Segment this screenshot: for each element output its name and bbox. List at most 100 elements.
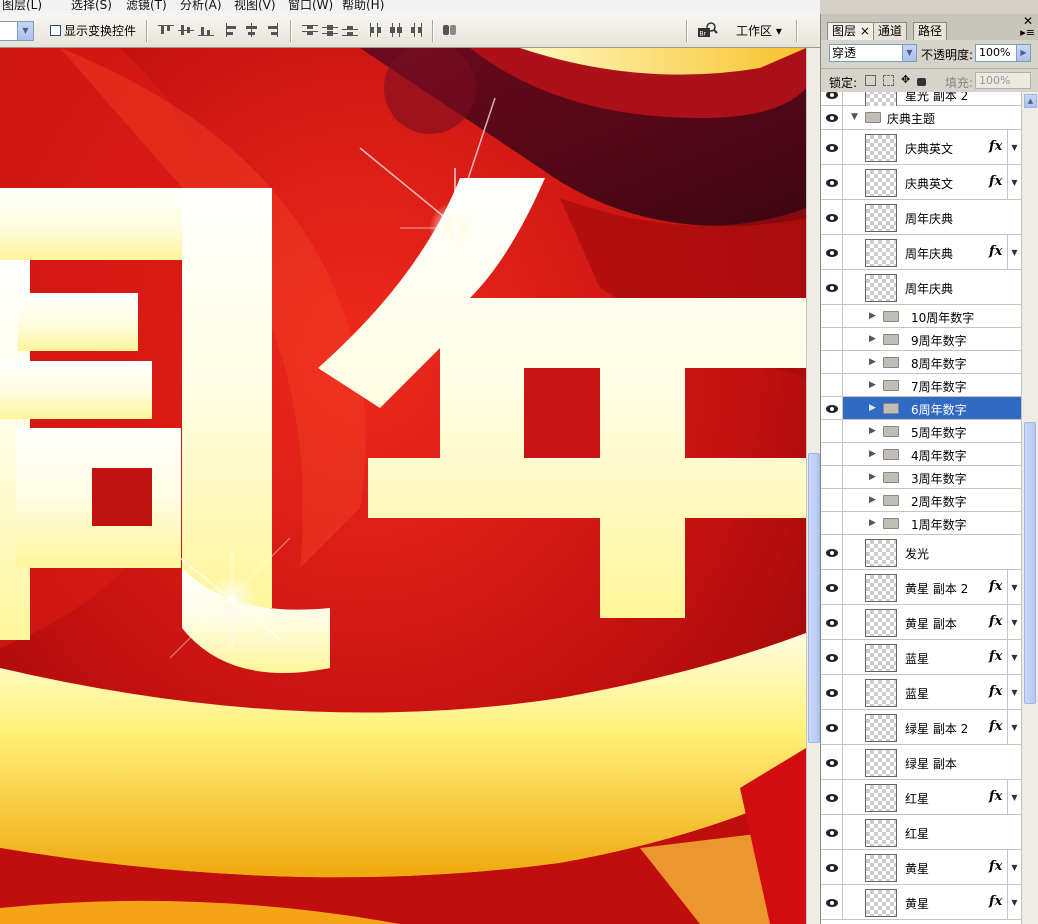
expand-right-icon[interactable]: ▶ [869, 357, 876, 367]
align-bottom-icon[interactable] [198, 23, 214, 37]
lock-pixels-icon[interactable] [883, 75, 894, 86]
effects-expand-icon[interactable]: ▼ [1007, 780, 1021, 815]
effects-expand-icon[interactable]: ▼ [1007, 570, 1021, 605]
distribute-right-icon[interactable] [408, 23, 424, 37]
expand-right-icon[interactable]: ▶ [869, 449, 876, 459]
checkbox[interactable] [50, 25, 61, 36]
workspace-button[interactable]: 工作区 ▾ [736, 22, 782, 39]
visibility-toggle[interactable] [821, 745, 843, 779]
layer-row[interactable]: 庆典英文 fx ▼ [821, 165, 1021, 200]
chevron-right-icon[interactable]: ▶ [1016, 45, 1030, 61]
layer-group-row[interactable]: ▶ 2周年数字 [821, 489, 1021, 512]
opacity-input[interactable]: 100% ▶ [975, 44, 1031, 62]
layer-row[interactable]: 黄星 副本 fx ▼ [821, 605, 1021, 640]
layer-row[interactable]: 周年庆典 fx ▼ [821, 235, 1021, 270]
visibility-toggle[interactable] [821, 710, 843, 744]
visibility-toggle[interactable] [821, 489, 843, 511]
layer-group-row[interactable]: ▶ 8周年数字 [821, 351, 1021, 374]
layer-effects-icon[interactable]: fx [989, 894, 1002, 909]
visibility-toggle[interactable] [821, 235, 843, 269]
effects-expand-icon[interactable]: ▼ [1007, 235, 1021, 270]
menu-filter[interactable]: 滤镜(T) [126, 0, 167, 13]
scrollbar-thumb[interactable] [808, 453, 820, 743]
layer-row[interactable]: 红星 fx ▼ [821, 780, 1021, 815]
visibility-toggle[interactable] [821, 374, 843, 396]
visibility-toggle[interactable] [821, 535, 843, 569]
auto-select-dropdown[interactable]: ▼ [0, 21, 34, 41]
layer-list-scrollbar[interactable]: ▲ [1021, 92, 1038, 924]
layer-effects-icon[interactable]: fx [989, 614, 1002, 629]
visibility-toggle[interactable] [821, 605, 843, 639]
blend-mode-select[interactable]: 穿透 ▼ [829, 44, 917, 62]
effects-expand-icon[interactable]: ▼ [1007, 130, 1021, 165]
visibility-toggle[interactable] [821, 270, 843, 304]
layer-effects-icon[interactable]: fx [989, 719, 1002, 734]
visibility-toggle[interactable] [821, 815, 843, 849]
visibility-toggle[interactable] [821, 512, 843, 534]
layer-group-row[interactable]: ▶ 9周年数字 [821, 328, 1021, 351]
visibility-toggle[interactable] [821, 106, 843, 129]
layer-row[interactable]: 蓝星 fx ▼ [821, 640, 1021, 675]
expand-right-icon[interactable]: ▶ [869, 334, 876, 344]
layer-effects-icon[interactable]: fx [989, 174, 1002, 189]
visibility-toggle[interactable] [821, 328, 843, 350]
auto-align-layers-icon[interactable] [442, 23, 458, 37]
layer-row[interactable]: 红星 [821, 815, 1021, 850]
menu-help[interactable]: 帮助(H) [342, 0, 384, 13]
layer-row[interactable]: 周年庆典 [821, 270, 1021, 305]
layer-effects-icon[interactable]: fx [989, 579, 1002, 594]
show-transform-controls[interactable]: 显示变换控件 [50, 22, 136, 39]
effects-expand-icon[interactable]: ▼ [1007, 675, 1021, 710]
tab-paths[interactable]: 路径 [913, 22, 948, 40]
layer-row[interactable]: 绿星 副本 [821, 745, 1021, 780]
lock-transparent-icon[interactable] [865, 75, 876, 86]
tab-channels[interactable]: 通道 [873, 22, 908, 40]
layer-group-row[interactable]: ▶ 5周年数字 [821, 420, 1021, 443]
distribute-left-icon[interactable] [368, 23, 384, 37]
align-vcenter-icon[interactable] [178, 23, 194, 37]
expand-right-icon[interactable]: ▶ [869, 495, 876, 505]
effects-expand-icon[interactable]: ▼ [1007, 605, 1021, 640]
distribute-hcenter-icon[interactable] [388, 23, 404, 37]
visibility-toggle[interactable] [821, 675, 843, 709]
layer-row[interactable]: 星光 副本 2 [821, 92, 1021, 109]
layer-group-row[interactable]: ▶ 1周年数字 [821, 512, 1021, 535]
menu-window[interactable]: 窗口(W) [288, 0, 333, 13]
expand-right-icon[interactable]: ▶ [869, 426, 876, 436]
visibility-toggle[interactable] [821, 885, 843, 919]
layer-group-row[interactable]: ▶ 7周年数字 [821, 374, 1021, 397]
fill-input[interactable]: 100% [975, 72, 1031, 89]
visibility-toggle[interactable] [821, 443, 843, 465]
layer-row[interactable]: 绿星 副本 2 fx ▼ [821, 710, 1021, 745]
scrollbar-thumb[interactable] [1024, 422, 1036, 704]
layer-row[interactable]: 黄星 副本 2 fx ▼ [821, 570, 1021, 605]
layer-group-row[interactable]: ▶ 6周年数字 [821, 397, 1021, 420]
visibility-toggle[interactable] [821, 200, 843, 234]
menu-layer[interactable]: 图层(L) [2, 0, 42, 13]
layer-effects-icon[interactable]: fx [989, 859, 1002, 874]
visibility-toggle[interactable] [821, 420, 843, 442]
layer-effects-icon[interactable]: fx [989, 789, 1002, 804]
expand-down-icon[interactable]: ▼ [851, 112, 858, 122]
scroll-up-icon[interactable]: ▲ [1024, 94, 1037, 108]
lock-all-icon[interactable] [917, 78, 926, 86]
expand-right-icon[interactable]: ▶ [869, 311, 876, 321]
effects-expand-icon[interactable]: ▼ [1007, 850, 1021, 885]
layer-effects-icon[interactable]: fx [989, 139, 1002, 154]
visibility-toggle[interactable] [821, 351, 843, 373]
layer-effects-icon[interactable]: fx [989, 684, 1002, 699]
layer-row[interactable]: 周年庆典 [821, 200, 1021, 235]
visibility-toggle[interactable] [821, 130, 843, 164]
expand-right-icon[interactable]: ▶ [869, 403, 876, 413]
layer-row[interactable]: 黄星 fx ▼ [821, 850, 1021, 885]
distribute-vcenter-icon[interactable] [322, 23, 338, 37]
menu-select[interactable]: 选择(S) [71, 0, 112, 13]
layer-row[interactable]: 庆典英文 fx ▼ [821, 130, 1021, 165]
expand-right-icon[interactable]: ▶ [869, 472, 876, 482]
align-right-icon[interactable] [264, 23, 280, 37]
layer-group-row[interactable]: ▶ 3周年数字 [821, 466, 1021, 489]
visibility-toggle[interactable] [821, 640, 843, 674]
layer-effects-icon[interactable]: fx [989, 244, 1002, 259]
menu-analysis[interactable]: 分析(A) [180, 0, 222, 13]
expand-right-icon[interactable]: ▶ [869, 518, 876, 528]
